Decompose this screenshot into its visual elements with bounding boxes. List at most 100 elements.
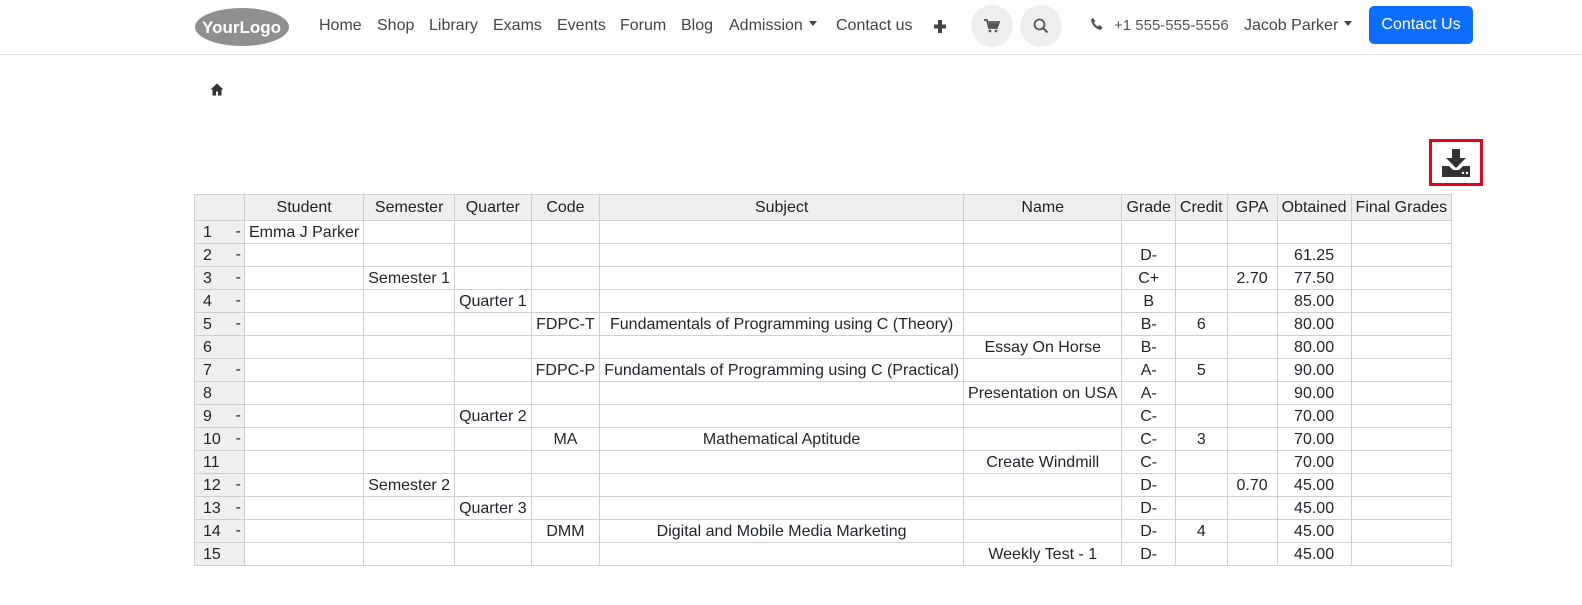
home-icon[interactable]: [210, 83, 224, 96]
table-row[interactable]: 13- Quarter 3 D- 45.00: [194, 496, 1453, 520]
column-header-final-grades[interactable]: Final Grades: [1350, 194, 1453, 221]
column-header-obtained[interactable]: Obtained: [1276, 194, 1352, 221]
cell-credit: [1174, 542, 1228, 566]
cell-final: [1350, 266, 1453, 290]
cell-credit: [1174, 496, 1228, 520]
cell-code: [530, 450, 601, 474]
download-button[interactable]: [1429, 139, 1483, 186]
table-row[interactable]: 12- Semester 2 D- 0.70 45.00: [194, 473, 1453, 497]
row-number: 12: [203, 476, 221, 494]
table-row[interactable]: 4- Quarter 1 B 85.00: [194, 289, 1453, 313]
cell-grade: C-: [1121, 427, 1176, 451]
cell-name: Presentation on USA: [963, 381, 1123, 405]
cell-obtained: 45.00: [1276, 542, 1352, 566]
row-collapse-toggle[interactable]: -: [236, 429, 241, 450]
user-name: Jacob Parker: [1244, 17, 1339, 34]
table-row[interactable]: 5- FDPC-T Fundamentals of Programming usin…: [194, 312, 1453, 336]
logo[interactable]: YourLogo: [194, 7, 290, 47]
cell-final: [1350, 542, 1453, 566]
cell-quarter: [454, 243, 532, 267]
row-collapse-toggle[interactable]: -: [236, 406, 241, 427]
table-row[interactable]: 6 Essay On Horse B- 80.00: [194, 335, 1453, 359]
row-number: 10: [203, 430, 221, 448]
cell-final: [1350, 289, 1453, 313]
cell-semester: [363, 381, 456, 405]
cell-grade: D-: [1121, 473, 1176, 497]
plus-icon[interactable]: [933, 16, 947, 36]
row-collapse-toggle[interactable]: -: [236, 360, 241, 381]
column-header-semester[interactable]: Semester: [363, 194, 456, 221]
column-header-grade[interactable]: Grade: [1121, 194, 1176, 221]
table-row[interactable]: 15 Weekly Test - 1 D- 45.00: [194, 542, 1453, 566]
table-row[interactable]: 10- MA Mathematical Aptitude C- 3 70.00: [194, 427, 1453, 451]
cell-grade: A-: [1121, 381, 1176, 405]
nav-exams[interactable]: Exams: [493, 16, 542, 36]
nav-home[interactable]: Home: [319, 16, 362, 36]
cell-name: [963, 473, 1123, 497]
cell-semester: [363, 243, 456, 267]
table-row[interactable]: 7- FDPC-P Fundamentals of Programming usin…: [194, 358, 1453, 382]
table-row[interactable]: 3- Semester 1 C+ 2.70 77.50: [194, 266, 1453, 290]
column-header-quarter[interactable]: Quarter: [454, 194, 532, 221]
cell-quarter: [454, 542, 532, 566]
cell-code: [530, 473, 601, 497]
row-collapse-toggle[interactable]: -: [236, 268, 241, 289]
nav-shop[interactable]: Shop: [377, 16, 414, 36]
nav-events[interactable]: Events: [557, 16, 606, 36]
row-collapse-toggle[interactable]: -: [236, 314, 241, 335]
cell-semester: [363, 496, 456, 520]
cell-student: Emma J Parker: [243, 220, 365, 244]
cell-student: [243, 450, 365, 474]
search-button[interactable]: [1020, 5, 1062, 47]
cell-final: [1350, 358, 1453, 382]
row-collapse-toggle[interactable]: -: [236, 222, 241, 243]
cell-final: [1350, 335, 1453, 359]
cell-quarter: Quarter 2: [454, 404, 532, 428]
cell-obtained: 90.00: [1276, 381, 1352, 405]
cell-credit: [1174, 473, 1228, 497]
table-row[interactable]: 14- DMM Digital and Mobile Media Marketing…: [194, 519, 1453, 543]
nav-forum[interactable]: Forum: [620, 16, 666, 36]
contact-us-button[interactable]: Contact Us: [1369, 6, 1473, 44]
column-header-name[interactable]: Name: [963, 194, 1123, 221]
cell-gpa: 0.70: [1226, 473, 1278, 497]
cell-gpa: [1226, 358, 1278, 382]
column-header-subject[interactable]: Subject: [599, 194, 965, 221]
cell-gpa: [1226, 450, 1278, 474]
column-header-credit[interactable]: Credit: [1174, 194, 1228, 221]
row-collapse-toggle[interactable]: -: [236, 521, 241, 542]
table-row[interactable]: 9- Quarter 2 C- 70.00: [194, 404, 1453, 428]
cell-student: [243, 358, 365, 382]
cell-gpa: [1226, 335, 1278, 359]
table-row[interactable]: 1- Emma J Parker: [194, 220, 1453, 244]
cell-student: [243, 496, 365, 520]
nav-library[interactable]: Library: [429, 16, 478, 36]
table-row[interactable]: 11 Create Windmill C- 70.00: [194, 450, 1453, 474]
cart-button[interactable]: [971, 5, 1013, 47]
row-collapse-toggle[interactable]: -: [236, 498, 241, 519]
nav-admission-dropdown[interactable]: Admission: [729, 16, 817, 36]
column-header-gpa[interactable]: GPA: [1226, 194, 1278, 221]
svg-text:YourLogo: YourLogo: [202, 18, 281, 37]
cell-gpa: [1226, 496, 1278, 520]
cell-grade: A-: [1121, 358, 1176, 382]
column-header-code[interactable]: Code: [530, 194, 601, 221]
nav-contact-us[interactable]: Contact us: [836, 16, 912, 36]
column-header-student[interactable]: Student: [243, 194, 365, 221]
cell-grade: C+: [1121, 266, 1176, 290]
cell-subject: Fundamentals of Programming using C (The…: [599, 312, 965, 336]
cell-code: [530, 220, 601, 244]
user-menu-dropdown[interactable]: Jacob Parker: [1244, 16, 1353, 36]
row-index: 9-: [194, 404, 245, 428]
row-number: 13: [203, 499, 221, 517]
row-collapse-toggle[interactable]: -: [236, 291, 241, 312]
row-collapse-toggle[interactable]: -: [236, 245, 241, 266]
cell-credit: 4: [1174, 519, 1228, 543]
row-collapse-toggle[interactable]: -: [236, 475, 241, 496]
cell-code: [530, 496, 601, 520]
phone-contact[interactable]: +1 555-555-5556: [1090, 16, 1229, 36]
nav-blog[interactable]: Blog: [681, 16, 713, 36]
table-row[interactable]: 2- D- 61.25: [194, 243, 1453, 267]
cell-final: [1350, 427, 1453, 451]
table-row[interactable]: 8 Presentation on USA A- 90.00: [194, 381, 1453, 405]
